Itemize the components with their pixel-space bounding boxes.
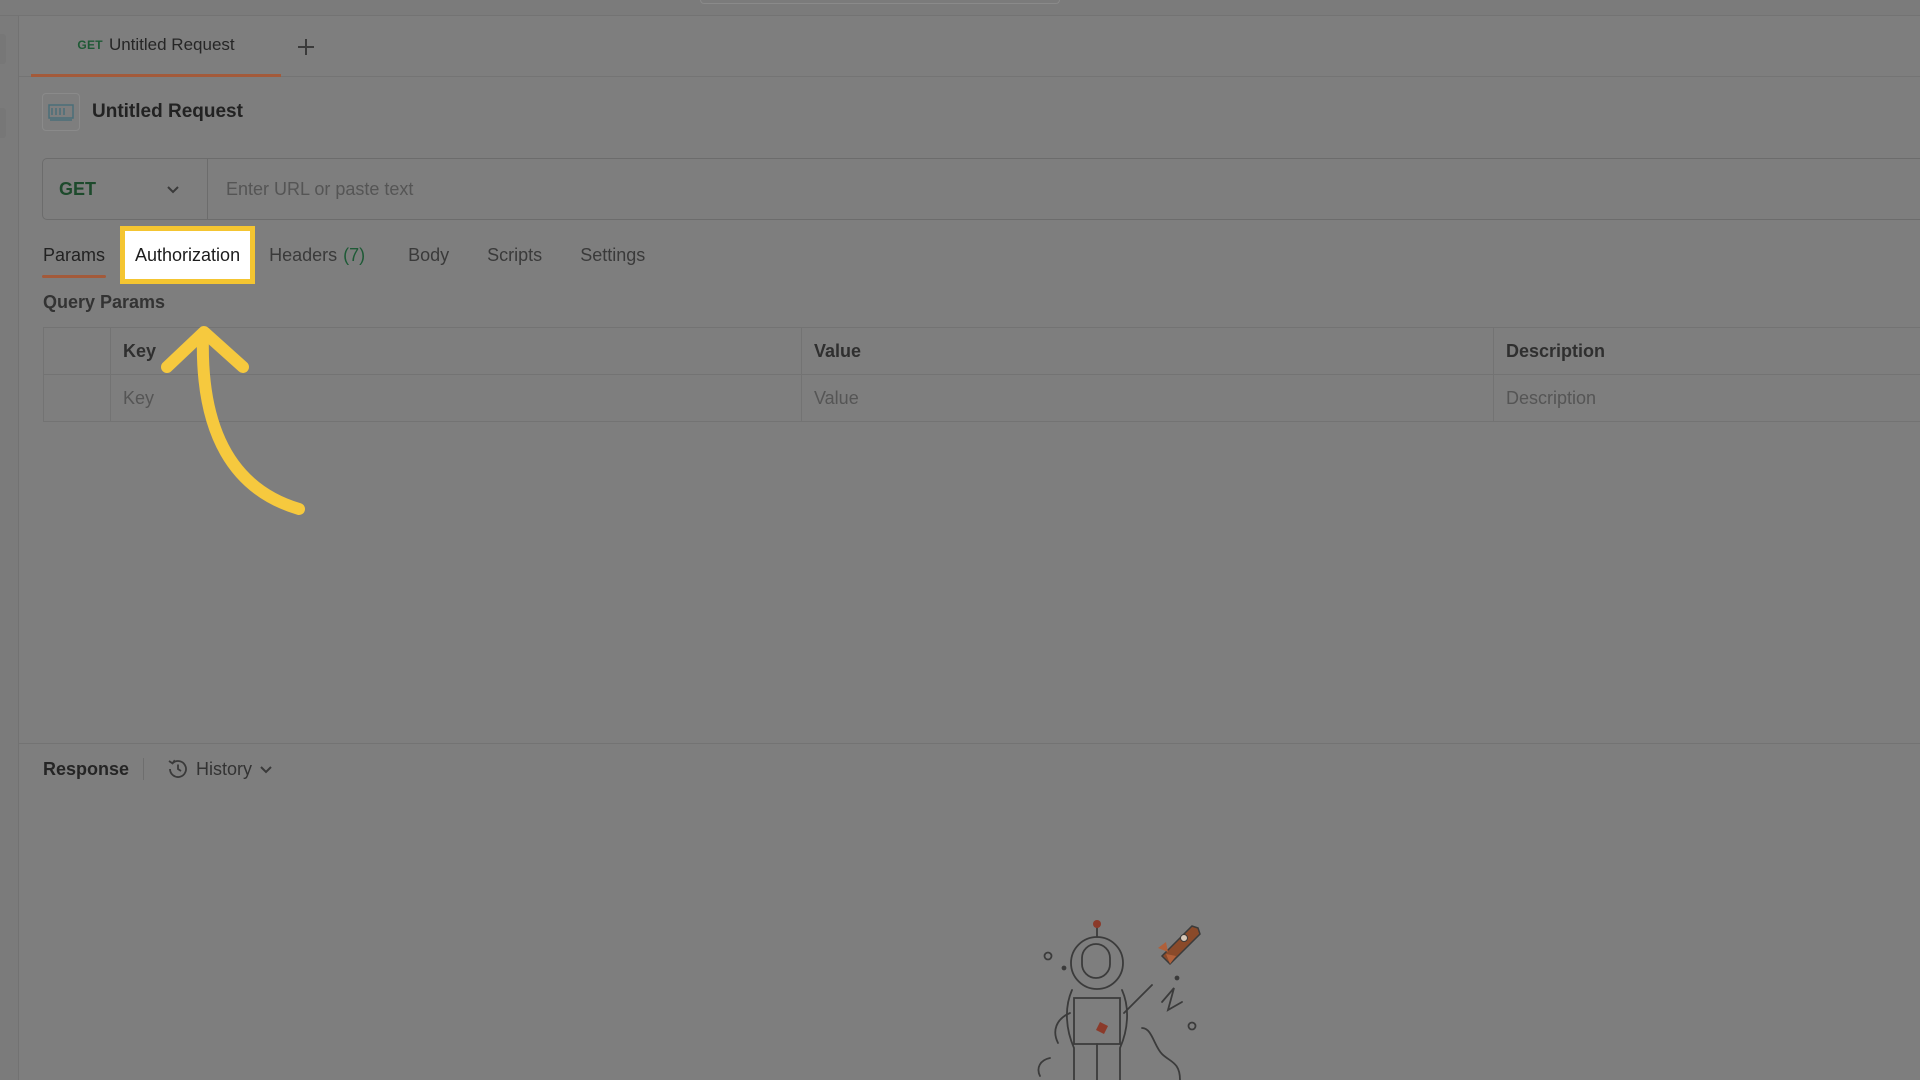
response-bar: Response History bbox=[43, 752, 274, 786]
column-value: Value bbox=[801, 327, 1494, 375]
plus-icon bbox=[298, 39, 314, 55]
tab-method-label: GET bbox=[77, 38, 103, 52]
history-label: History bbox=[196, 758, 253, 779]
tab-settings[interactable]: Settings bbox=[579, 232, 646, 278]
response-divider bbox=[19, 743, 1920, 744]
history-icon bbox=[168, 759, 187, 778]
value-input[interactable]: Value bbox=[801, 374, 1494, 422]
method-dropdown[interactable]: GET bbox=[43, 159, 208, 219]
url-bar: GET bbox=[42, 158, 1920, 220]
description-input[interactable]: Description bbox=[1493, 374, 1920, 422]
left-sidebar-rail bbox=[0, 16, 19, 1080]
chevron-down-icon bbox=[167, 186, 179, 194]
arrow-annotation-icon bbox=[161, 326, 305, 515]
request-title[interactable]: Untitled Request bbox=[92, 101, 243, 123]
tab-title: Untitled Request bbox=[108, 35, 235, 54]
astronaut-illustration bbox=[1037, 920, 1201, 1080]
tab-headers-label: Headers bbox=[269, 244, 338, 265]
tab-bar: GET Untitled Request bbox=[19, 16, 1920, 77]
table-row: Key Value Description bbox=[43, 374, 1920, 422]
url-input[interactable] bbox=[208, 159, 1920, 219]
query-params-label: Query Params bbox=[43, 292, 166, 312]
sidebar-handle[interactable] bbox=[0, 34, 6, 64]
response-label: Response bbox=[43, 758, 130, 779]
top-strip bbox=[0, 0, 1920, 16]
tab-untitled-request[interactable]: GET Untitled Request bbox=[31, 16, 281, 77]
request-header: Untitled Request bbox=[42, 93, 243, 131]
column-description: Description bbox=[1493, 327, 1920, 375]
method-value: GET bbox=[59, 178, 97, 199]
headers-count: (7) bbox=[343, 244, 366, 265]
tab-scripts[interactable]: Scripts bbox=[486, 232, 543, 278]
divider bbox=[143, 758, 145, 780]
table-checkbox-header bbox=[43, 327, 111, 375]
tab-authorization[interactable]: Authorization bbox=[120, 226, 256, 284]
history-button[interactable]: History bbox=[166, 757, 274, 781]
chevron-down-icon bbox=[260, 766, 272, 774]
search-bar-edge[interactable] bbox=[700, 0, 1060, 4]
row-checkbox-cell bbox=[43, 374, 111, 422]
request-tabs: Params Authorization Headers (7) Body Sc… bbox=[42, 226, 646, 284]
tab-headers[interactable]: Headers (7) bbox=[268, 232, 366, 278]
new-tab-button[interactable] bbox=[289, 30, 323, 64]
query-params-table: Key Value Description Key Value Descript… bbox=[43, 327, 1920, 422]
tab-body[interactable]: Body bbox=[407, 232, 450, 278]
table-header-row: Key Value Description bbox=[43, 327, 1920, 375]
http-icon bbox=[42, 93, 80, 131]
tab-params[interactable]: Params bbox=[42, 232, 107, 278]
sidebar-handle-secondary[interactable] bbox=[0, 108, 6, 138]
